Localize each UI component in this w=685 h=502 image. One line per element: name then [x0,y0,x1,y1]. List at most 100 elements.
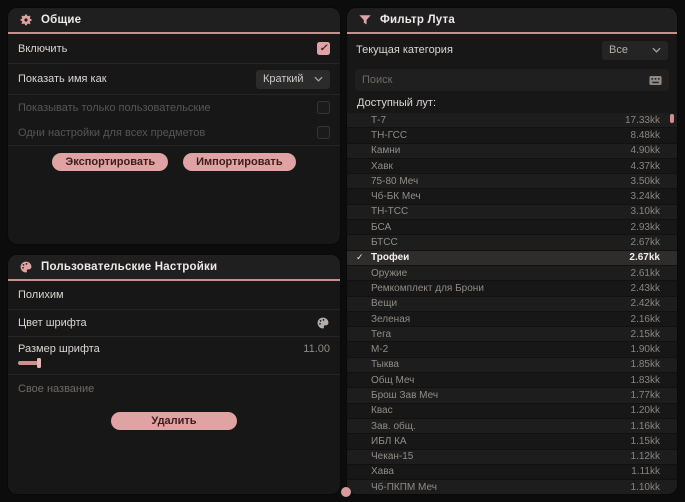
loot-item-name: БТСС [371,237,398,249]
font-color-row: Цвет шрифта [8,309,340,336]
color-wheel-icon [317,317,329,329]
loot-item-name: Хава [371,466,394,478]
loot-item-value: 2.15kk [630,328,660,340]
loot-row[interactable]: Тыква 1.85kk [347,358,677,374]
loot-row[interactable]: Оружие 2.61kk [347,266,677,282]
loot-item-name: Ремкомплект для Брони [371,282,484,294]
loot-row[interactable]: Вещи 2.42kk [347,297,677,312]
import-button[interactable]: Импортировать [183,153,296,171]
loot-item-name: Хавк [371,160,393,172]
loot-item-value: 1.16kk [630,420,660,432]
loot-row[interactable]: Ремкомплект для Брони 2.43kk [347,281,677,297]
color-picker-button[interactable] [316,316,330,330]
loot-item-value: 3.10kk [630,206,660,218]
custom-settings-panel: Пользовательские Настройки Полихим Цвет … [8,255,340,494]
loot-item-value: 1.20kk [630,405,660,417]
loot-filter-panel: Фильтр Лута Текущая категория Все Доступ… [347,8,677,494]
virtual-keyboard-button[interactable] [649,75,662,86]
loot-row[interactable]: Хавк 4.37kk [347,159,677,175]
loot-item-value: 2.61kk [630,267,660,279]
loot-row[interactable]: ИБЛ КА 1.15kk [347,434,677,450]
loot-item-value: 2.93kk [630,221,660,233]
check-icon: ✓ [356,252,364,263]
loot-item-name: Чекан-15 [371,451,414,463]
loot-item-value: 1.83kk [630,374,660,386]
search-input[interactable] [362,74,643,86]
delete-row: Удалить [8,402,340,430]
loot-row[interactable]: Т-7 17.33kk [347,113,677,129]
custom-name-row [8,374,340,402]
loot-row[interactable]: 75-80 Меч 3.50kk [347,174,677,190]
loot-row[interactable]: БТСС 2.67kk [347,235,677,251]
enable-label: Включить [18,42,68,55]
check-icon: ✓ [319,42,328,54]
loot-item-name: ТН-ГСС [371,129,408,141]
loot-item-name: Оружие [371,267,408,279]
loot-item-value: 17.33kk [624,114,660,126]
show-custom-only-checkbox[interactable] [317,101,330,114]
loot-row[interactable]: Чб-ПКПМ Меч 1.10kk [347,480,677,494]
loot-row[interactable]: Брош Зав Меч 1.77kk [347,388,677,404]
font-size-value: 11.00 [303,343,330,355]
loot-item-value: 2.43kk [630,282,660,294]
loot-row[interactable]: ✓ Трофеи 2.67kk [347,250,677,266]
loot-item-value: 8.48kk [630,129,660,141]
name-format-dropdown[interactable]: Краткий [256,69,330,89]
loot-item-value: 1.11kk [631,466,660,478]
custom-name-input[interactable] [18,382,330,395]
loot-item-name: Общ Меч [371,374,415,386]
loot-row[interactable]: М-2 1.90kk [347,342,677,358]
keyboard-icon [649,75,662,85]
enable-checkbox[interactable]: ✓ [317,42,330,55]
available-loot-label: Доступный лут: [357,97,437,109]
loot-row[interactable]: Зав. общ. 1.16kk [347,419,677,435]
name-format-row: Показать имя как Краткий [8,63,340,94]
loot-filter-title: Фильтр Лута [380,14,455,26]
loot-item-name: Трофеи [371,252,410,264]
filter-funnel-icon [359,15,371,25]
category-dropdown[interactable]: Все [602,40,668,60]
loot-row[interactable]: Хава 1.11kk [347,465,677,481]
font-size-label: Размер шрифта [18,343,100,355]
show-custom-only-label: Показывать только пользовательские [18,101,211,114]
loot-row[interactable]: БСА 2.93kk [347,220,677,236]
loot-row[interactable]: Чб-БК Меч 3.24kk [347,189,677,205]
loot-row[interactable]: Зеленая 2.16kk [347,312,677,328]
loot-row[interactable]: Общ Меч 1.83kk [347,373,677,389]
loot-item-value: 4.37kk [630,160,660,172]
same-settings-checkbox[interactable] [317,126,330,139]
loot-item-name: М-2 [371,344,389,356]
slider-fill [18,361,38,365]
loot-label-row: Доступный лут: [347,91,677,113]
loot-row[interactable]: Квас 1.20kk [347,404,677,419]
loot-item-value: 2.42kk [630,298,660,310]
loot-row[interactable]: Тега 2.15kk [347,327,677,343]
loot-item-name: ИБЛ КА [371,435,407,447]
loot-item-value: 3.50kk [630,175,660,187]
loot-item-name: Брош Зав Меч [371,389,439,401]
export-import-row: Экспортировать Импортировать [8,145,340,171]
loot-item-value: 4.90kk [630,145,660,157]
font-color-label: Цвет шрифта [18,317,87,329]
scrollbar-handle[interactable] [670,114,674,123]
loot-item-value: 1.12kk [630,451,660,463]
delete-button[interactable]: Удалить [111,412,237,430]
palette-icon [20,261,32,273]
loot-row[interactable]: ТН-ТСС 3.10kk [347,205,677,221]
resize-grip[interactable] [341,487,351,497]
loot-item-name: Камни [371,145,401,157]
general-panel-title: Общие [41,14,82,26]
name-format-label: Показать имя как [18,73,107,85]
loot-list: Т-7 17.33kk ТН-ГСС 8.48kk Камни 4.90kk Х… [347,113,677,494]
loot-row[interactable]: ТН-ГСС 8.48kk [347,128,677,144]
font-size-slider[interactable] [18,358,138,368]
loot-row[interactable]: Камни 4.90kk [347,144,677,159]
slider-handle[interactable] [37,358,41,368]
selected-item-name: Полихим [18,289,64,301]
loot-item-name: Тега [371,328,392,340]
export-button[interactable]: Экспортировать [52,153,169,171]
loot-item-value: 1.90kk [630,344,660,356]
loot-row[interactable]: Чекан-15 1.12kk [347,450,677,465]
loot-item-value: 1.85kk [630,359,660,371]
custom-settings-header: Пользовательские Настройки [8,255,340,281]
